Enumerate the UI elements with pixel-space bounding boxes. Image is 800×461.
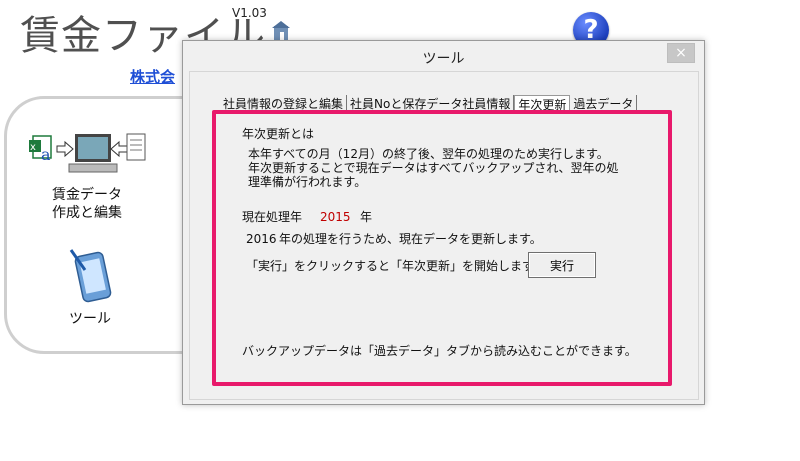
description-line-2: 年次更新することで現在データはすべてバックアップされ、翌年の処 <box>248 161 619 175</box>
description-line-1: 本年すべての月（12月）の終了後、翌年の処理のため実行します。 <box>248 147 609 161</box>
wage-data-button[interactable]: x a 賃金データ 作成と編集 <box>22 130 152 222</box>
description-line-3: 理準備が行われます。 <box>248 175 367 189</box>
current-year-suffix: 年 <box>360 210 373 224</box>
backup-note: バックアップデータは「過去データ」タブから読み込むことができます。 <box>242 344 637 358</box>
current-year-value: 2015 <box>320 210 351 224</box>
current-year-label: 現在処理年 <box>242 210 303 224</box>
wage-data-icon: x a <box>29 133 146 173</box>
svg-text:x: x <box>30 142 36 153</box>
svg-text:a: a <box>41 145 51 164</box>
close-button[interactable]: × <box>667 43 695 63</box>
company-link[interactable]: 株式会 <box>130 66 175 87</box>
house-icon <box>272 21 290 40</box>
wage-data-label-1: 賃金データ <box>52 187 122 203</box>
annual-update-heading: 年次更新とは <box>242 127 315 141</box>
execute-button[interactable]: 実行 <box>528 252 596 278</box>
next-year-value: 2016 <box>246 232 277 246</box>
dialog-titlebar[interactable]: ツール × <box>183 41 704 71</box>
tool-label: ツール <box>69 311 111 327</box>
execute-instruction: 「実行」をクリックすると「年次更新」を開始します。 <box>246 259 545 273</box>
tool-button[interactable]: ツール <box>40 248 140 328</box>
next-year-text: 年の処理を行うため、現在データを更新します。 <box>279 232 542 246</box>
app-version: V1.03 <box>232 6 267 20</box>
dialog-title: ツール <box>422 51 465 67</box>
tablet-pen-icon <box>69 249 112 303</box>
wage-data-label-2: 作成と編集 <box>52 205 122 221</box>
